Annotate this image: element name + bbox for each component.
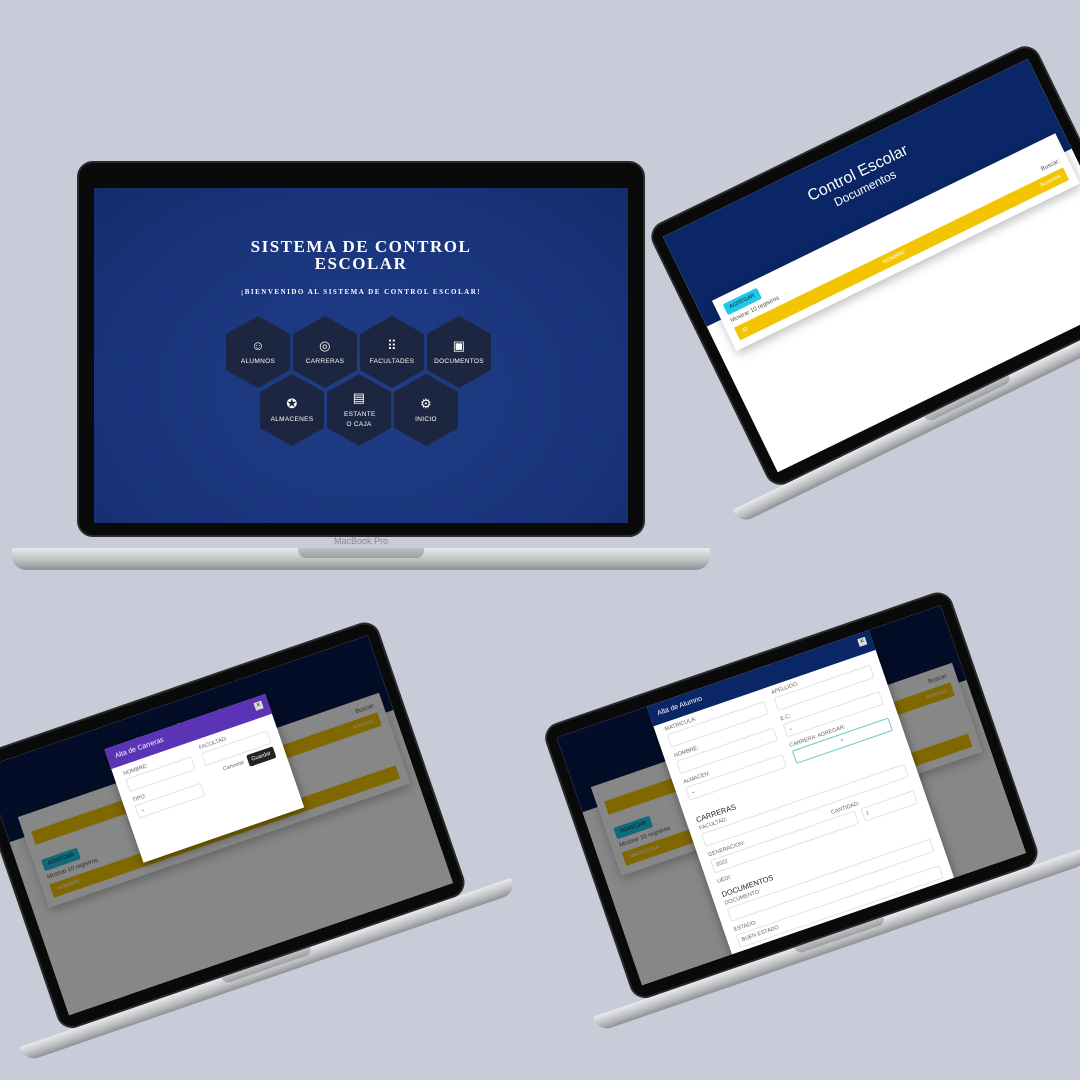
home-subtitle: ¡BIENVENIDO AL SISTEMA DE CONTROL ESCOLA… — [240, 288, 482, 296]
laptop-documentos: Control Escolar Documentos AGREGAR Mostra… — [646, 40, 1080, 525]
col-acciones: Acciones — [1039, 173, 1062, 189]
generacion-input[interactable]: 2022 — [710, 810, 860, 874]
tile-label: DOCUMENTOS — [434, 358, 484, 365]
col-id: ID — [741, 325, 749, 334]
laptop-alumno: Control Escolar Buscar: Acciones AGREGAR… — [540, 588, 1080, 1033]
laptop-base — [12, 548, 710, 570]
tipo-select[interactable]: ⌄ — [134, 782, 206, 819]
close-icon[interactable]: ✕ — [857, 636, 868, 647]
lifebuoy-icon: ✪ — [286, 396, 298, 411]
page-size-select[interactable]: 10 — [749, 306, 758, 314]
home-title: SISTEMA DE CONTROL ESCOLAR — [250, 237, 472, 273]
col-nombre: NOMBRE — [881, 249, 907, 266]
grid-dots-icon: ⠿ — [387, 338, 397, 353]
tile-carreras[interactable]: ◎ CARRERAS — [293, 316, 357, 388]
home-screen: SISTEMA DE CONTROL ESCOLAR ¡BIENVENIDO A… — [94, 188, 628, 523]
id-badge-icon: ▣ — [452, 338, 466, 353]
target-icon: ◎ — [319, 338, 331, 353]
cancel-button[interactable]: Cancelar — [222, 760, 245, 773]
tile-label: CARRERAS — [305, 358, 345, 365]
close-icon[interactable]: ✕ — [253, 700, 264, 711]
cantidad-input[interactable]: 1 — [860, 790, 918, 822]
tile-label: INICIO — [415, 416, 437, 423]
tile-label: ALMACENES — [270, 416, 314, 423]
gear-icon: ⚙ — [420, 396, 432, 411]
tile-inicio[interactable]: ⚙ INICIO — [394, 374, 458, 446]
tile-label: ALUMNOS — [240, 358, 276, 365]
brand-label: MacBook Pro — [333, 536, 389, 546]
tile-almacenes[interactable]: ✪ ALMACENES — [260, 374, 324, 446]
tile-documentos[interactable]: ▣ DOCUMENTOS — [427, 316, 491, 388]
tile-label: FACULTADES — [369, 358, 415, 365]
tile-label: ESTANTE O CAJA — [344, 410, 376, 428]
tile-facultades[interactable]: ⠿ FACULTADES — [360, 316, 424, 388]
tile-estante[interactable]: ▤ ESTANTE O CAJA — [327, 374, 391, 446]
accessibility-icon: ☺ — [251, 338, 265, 353]
tile-alumnos[interactable]: ☺ ALUMNOS — [226, 316, 290, 388]
laptop-carreras: Control Escolar Buscar: Acciones AGREGAR… — [0, 618, 517, 1063]
clipboard-icon: ▤ — [352, 389, 366, 405]
